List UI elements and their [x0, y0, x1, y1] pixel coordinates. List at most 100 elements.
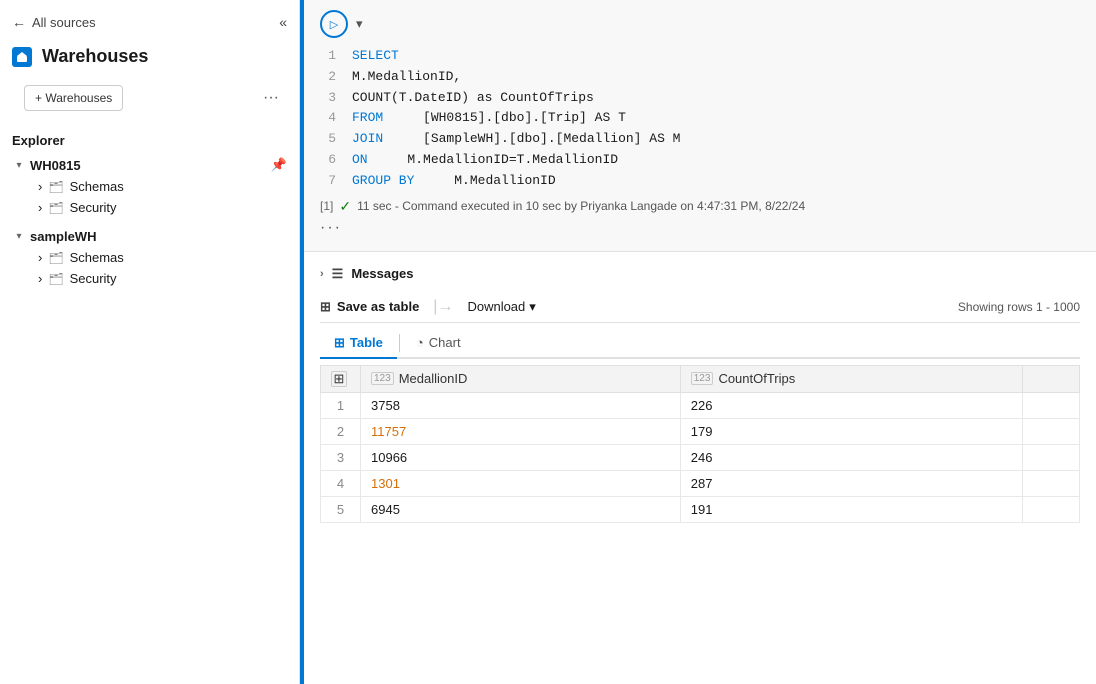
empty-cell	[1022, 418, 1079, 444]
code-block: 1 SELECT 2 M.MedallionID, 3 COUNT(T.Date…	[304, 46, 1096, 192]
code-line-4: 4 FROM [WH0815].[dbo].[Trip] AS T	[320, 108, 1080, 129]
chevron-right-icon: ›	[38, 271, 42, 286]
count-cell: 246	[680, 444, 1022, 470]
back-link[interactable]: ← All sources	[12, 14, 96, 30]
tab-chart[interactable]: ◔ Chart	[402, 329, 475, 358]
add-row: + Warehouses ···	[0, 75, 299, 121]
bracket-num: [1]	[320, 199, 333, 213]
editor-toolbar: ▷ ▾	[304, 10, 1096, 46]
code-line-7: 7 GROUP BY M.MedallionID	[320, 171, 1080, 192]
view-tabs: ⊞ Table ◔ Chart	[320, 329, 1080, 359]
wh0815-label: WH0815	[30, 158, 81, 173]
medallion-cell: 1301	[361, 470, 681, 496]
save-table-button[interactable]: ⊞ Save as table	[320, 299, 419, 315]
tree-item-samplewh[interactable]: ▾ sampleWH	[0, 226, 299, 247]
col-grid-icon: ⊞	[331, 371, 347, 387]
folder-icon: 🗂	[48, 251, 63, 265]
schemas-label: Schemas	[70, 179, 124, 194]
col-header-empty	[1022, 365, 1079, 392]
tree-child-wh0815-security[interactable]: › 🗂 Security	[0, 197, 299, 218]
ellipsis-menu-button[interactable]: ···	[255, 85, 287, 111]
col-type-123: 123	[691, 372, 714, 385]
check-icon: ✓	[339, 198, 351, 215]
code-line-5: 5 JOIN [SampleWH].[dbo].[Medallion] AS M	[320, 129, 1080, 150]
medallion-cell: 11757	[361, 418, 681, 444]
empty-cell	[1022, 444, 1079, 470]
code-line-2: 2 M.MedallionID,	[320, 67, 1080, 88]
count-cell: 191	[680, 496, 1022, 522]
empty-cell	[1022, 392, 1079, 418]
medallion-cell: 10966	[361, 444, 681, 470]
chevron-down-icon: ▾	[12, 160, 26, 171]
table-row: 13758226	[321, 392, 1080, 418]
exec-status-text: 11 sec - Command executed in 10 sec by P…	[357, 199, 805, 213]
chevron-right-icon[interactable]: ›	[320, 268, 324, 280]
col-header-rownum: ⊞	[321, 365, 361, 392]
row-num-cell: 1	[321, 392, 361, 418]
tree-child-samplewh-security[interactable]: › 🗂 Security	[0, 268, 299, 289]
table-row: 310966246	[321, 444, 1080, 470]
folder-icon: 🗂	[48, 201, 63, 215]
tab-divider	[399, 334, 400, 352]
more-dots: ···	[304, 215, 1096, 241]
message-icon: ☰	[332, 266, 344, 282]
sidebar-top: ← All sources «	[0, 10, 299, 38]
table-row: 41301287	[321, 470, 1080, 496]
tab-table-label: Table	[350, 335, 383, 350]
results-area: › ☰ Messages ⊞ Save as table |→ Download…	[304, 252, 1096, 684]
tree-child-wh0815-schemas[interactable]: › 🗂 Schemas	[0, 176, 299, 197]
back-arrow-icon: ←	[12, 14, 26, 30]
chevron-right-icon: ›	[38, 250, 42, 265]
exec-status: [1] ✓ 11 sec - Command executed in 10 se…	[304, 192, 1096, 215]
row-num-cell: 2	[321, 418, 361, 444]
empty-cell	[1022, 496, 1079, 522]
medallion-cell: 3758	[361, 392, 681, 418]
back-label: All sources	[32, 15, 96, 30]
count-cell: 179	[680, 418, 1022, 444]
messages-label: Messages	[351, 266, 413, 281]
tab-table[interactable]: ⊞ Table	[320, 329, 397, 359]
tab-chart-label: Chart	[429, 335, 461, 350]
code-line-3: 3 COUNT(T.DateID) as CountOfTrips	[320, 88, 1080, 109]
code-line-6: 6 ON M.MedallionID=T.MedallionID	[320, 150, 1080, 171]
showing-rows-text: Showing rows 1 - 1000	[958, 300, 1080, 314]
save-table-label: Save as table	[337, 299, 419, 314]
warehouse-icon	[12, 47, 32, 67]
row-num-cell: 5	[321, 496, 361, 522]
download-button[interactable]: Download ▾	[467, 299, 535, 315]
data-table: ⊞ 123 MedallionID 123 CountOfTrips	[320, 365, 1080, 523]
main-content: ▷ ▾ 1 SELECT 2 M.MedallionID, 3 COUNT(T.…	[304, 0, 1096, 684]
warehouses-header: Warehouses	[0, 38, 299, 75]
chevron-right-icon: ›	[38, 179, 42, 194]
sidebar: ← All sources « Warehouses + Warehouses …	[0, 0, 300, 684]
col-type-123: 123	[371, 372, 394, 385]
dropdown-arrow-icon[interactable]: ▾	[356, 16, 363, 32]
samplewh-label: sampleWH	[30, 229, 96, 244]
medallion-cell: 6945	[361, 496, 681, 522]
schemas-label-2: Schemas	[70, 250, 124, 265]
table-row: 211757179	[321, 418, 1080, 444]
row-num-cell: 4	[321, 470, 361, 496]
chart-icon: ◔	[416, 335, 424, 350]
download-label: Download	[467, 299, 525, 314]
col-header-countoftrips: 123 CountOfTrips	[680, 365, 1022, 392]
empty-cell	[1022, 470, 1079, 496]
explorer-heading: Explorer	[0, 121, 299, 154]
chevron-right-icon: ›	[38, 200, 42, 215]
table-grid-icon: ⊞	[320, 299, 331, 315]
table-grid-icon: ⊞	[334, 335, 345, 351]
tree-item-wh0815[interactable]: ▾ WH0815 📌	[0, 154, 299, 176]
messages-row: › ☰ Messages	[320, 262, 1080, 292]
collapse-button[interactable]: «	[279, 14, 287, 30]
run-button[interactable]: ▷	[320, 10, 348, 38]
folder-icon: 🗂	[48, 180, 63, 194]
folder-icon: 🗂	[48, 272, 63, 286]
pin-icon: 📌	[271, 157, 287, 173]
count-cell: 287	[680, 470, 1022, 496]
tree-child-samplewh-schemas[interactable]: › 🗂 Schemas	[0, 247, 299, 268]
table-row: 56945191	[321, 496, 1080, 522]
col-header-medallionid: 123 MedallionID	[361, 365, 681, 392]
chevron-down-icon: ▾	[12, 231, 26, 242]
warehouses-title: Warehouses	[42, 46, 148, 67]
add-warehouses-button[interactable]: + Warehouses	[24, 85, 123, 111]
